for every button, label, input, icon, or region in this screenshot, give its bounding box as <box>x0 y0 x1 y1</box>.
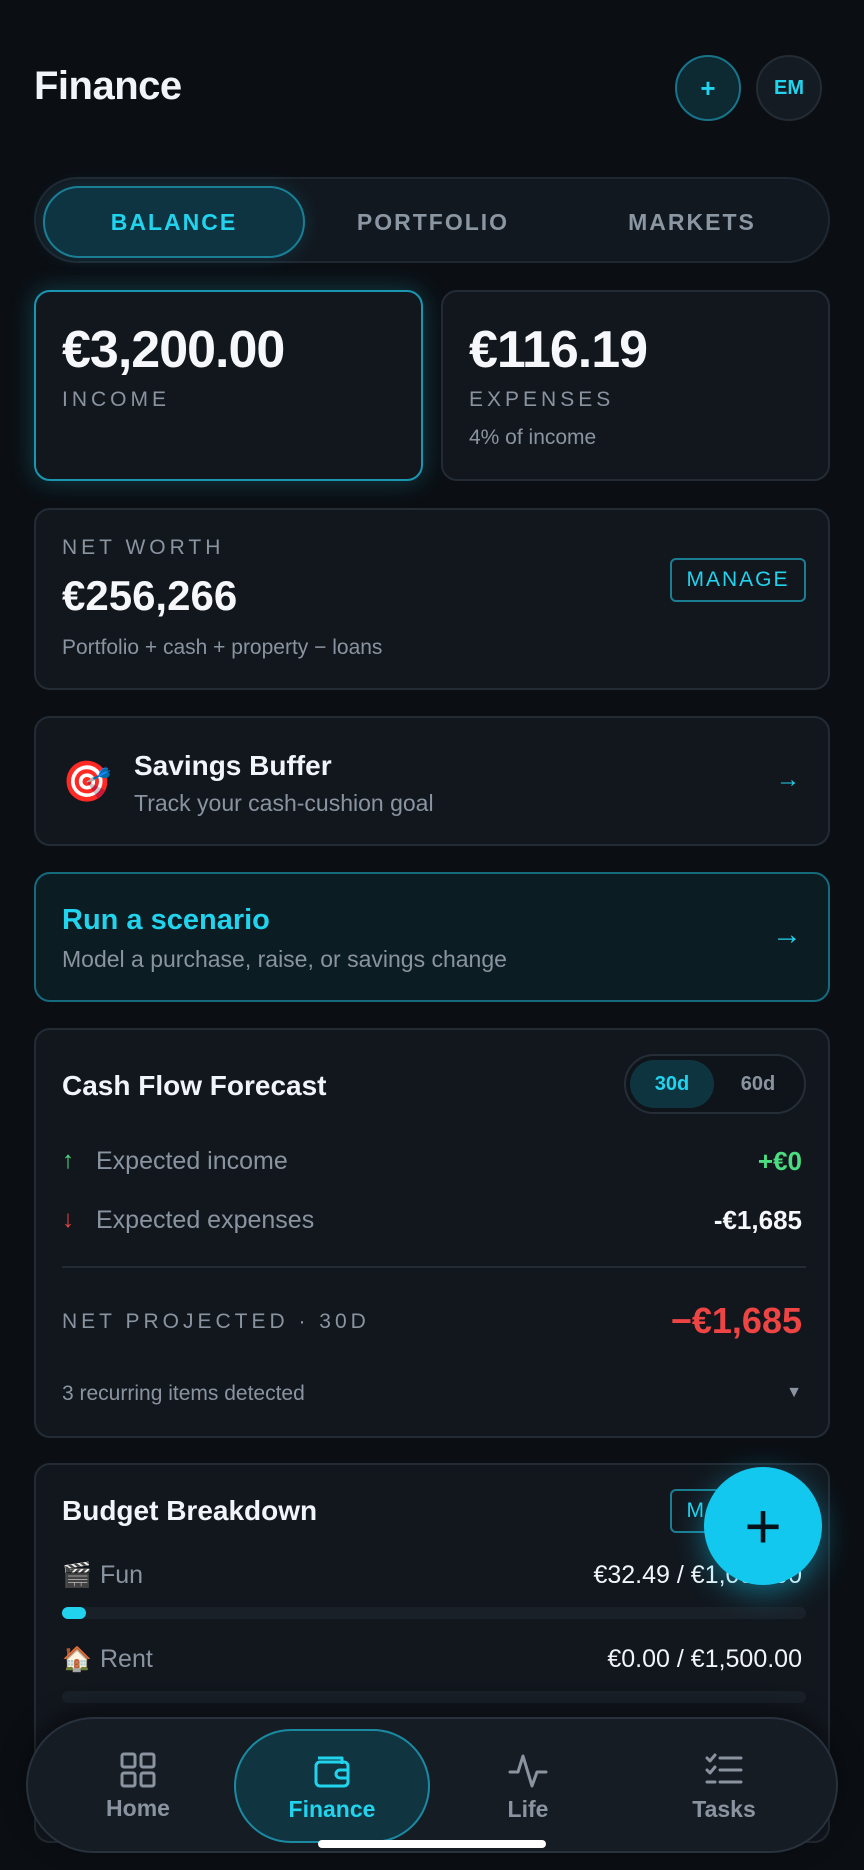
expenses-card[interactable]: €116.19 EXPENSES 4% of income <box>441 290 830 481</box>
wallet-icon <box>314 1756 350 1787</box>
page-title: Finance <box>34 64 182 108</box>
income-amount: €3,200.00 <box>62 321 285 379</box>
period-toggle: 30d 60d <box>624 1054 806 1114</box>
tab-balance[interactable]: BALANCE <box>43 186 305 258</box>
nav-life[interactable]: Life <box>430 1729 626 1843</box>
chevron-down-icon[interactable]: ▼ <box>786 1384 802 1402</box>
net-worth-note: Portfolio + cash + property − loans <box>62 636 383 659</box>
avatar[interactable]: EM <box>756 55 822 121</box>
net-worth-label: NET WORTH <box>62 536 225 559</box>
net-projected-label: NET PROJECTED · 30D <box>62 1310 370 1333</box>
manage-net-worth-button[interactable]: MANAGE <box>670 558 806 602</box>
expenses-label: EXPENSES <box>469 388 615 411</box>
budget-item-name: Rent <box>100 1645 153 1673</box>
expected-expenses-value: -€1,685 <box>713 1205 802 1235</box>
arrow-right-icon: → <box>776 766 800 793</box>
savings-title: Savings Buffer <box>134 750 332 781</box>
divider <box>62 1266 806 1268</box>
scenario-subtitle: Model a purchase, raise, or savings chan… <box>62 946 507 972</box>
clapper-icon: 🎬 <box>62 1562 92 1589</box>
run-scenario-card[interactable]: Run a scenario Model a purchase, raise, … <box>34 872 830 1002</box>
savings-subtitle: Track your cash-cushion goal <box>134 790 434 816</box>
nav-finance[interactable]: Finance <box>234 1729 430 1843</box>
budget-progress-fill <box>62 1607 87 1619</box>
checklist-icon <box>705 1753 743 1783</box>
expenses-amount: €116.19 <box>469 321 648 379</box>
budget-title: Budget Breakdown <box>62 1495 318 1526</box>
add-transaction-fab[interactable]: + <box>704 1467 822 1585</box>
nav-home[interactable]: Home <box>40 1729 236 1843</box>
arrow-down-icon: ↓ <box>62 1206 74 1233</box>
nav-tasks[interactable]: Tasks <box>626 1729 822 1843</box>
arrow-right-icon: → <box>772 918 802 951</box>
period-60d[interactable]: 60d <box>716 1060 800 1108</box>
grid-icon <box>120 1752 156 1787</box>
budget-item-amount: €0.00 / €1,500.00 <box>607 1645 802 1673</box>
tab-markets[interactable]: MARKETS <box>561 186 823 258</box>
expected-income-label: Expected income <box>96 1147 288 1175</box>
nav-label: Finance <box>288 1795 376 1822</box>
income-label: INCOME <box>62 388 170 411</box>
nav-label: Home <box>106 1794 170 1821</box>
nav-label: Tasks <box>692 1795 756 1822</box>
scenario-title: Run a scenario <box>62 904 270 936</box>
budget-progress-bar <box>62 1691 806 1703</box>
net-projected-value: −€1,685 <box>670 1300 802 1341</box>
add-button[interactable]: + <box>675 55 741 121</box>
budget-progress-bar <box>62 1607 806 1619</box>
savings-buffer-card[interactable]: 🎯 Savings Buffer Track your cash-cushion… <box>34 716 830 846</box>
house-icon: 🏠 <box>62 1646 92 1673</box>
expected-expenses-label: Expected expenses <box>96 1206 315 1234</box>
arrow-up-icon: ↑ <box>62 1147 74 1174</box>
target-icon: 🎯 <box>62 760 112 804</box>
expenses-note: 4% of income <box>469 426 597 449</box>
net-worth-amount: €256,266 <box>62 572 238 619</box>
tab-bar: BALANCE PORTFOLIO MARKETS <box>34 177 830 263</box>
nav-label: Life <box>507 1795 549 1822</box>
budget-item-name: Fun <box>100 1561 144 1589</box>
cash-flow-forecast-card: Cash Flow Forecast 30d 60d ↑ Expected in… <box>34 1028 830 1438</box>
income-card[interactable]: €3,200.00 INCOME <box>34 290 423 481</box>
period-30d[interactable]: 30d <box>630 1060 714 1108</box>
pulse-icon <box>508 1754 548 1787</box>
bottom-nav: Home Finance Life Tasks <box>26 1717 838 1853</box>
expected-income-value: +€0 <box>757 1146 802 1176</box>
net-worth-card: NET WORTH €256,266 Portfolio + cash + pr… <box>34 508 830 690</box>
recurring-note: 3 recurring items detected <box>62 1382 305 1405</box>
home-indicator <box>318 1840 546 1848</box>
tab-portfolio[interactable]: PORTFOLIO <box>302 186 564 258</box>
forecast-title: Cash Flow Forecast <box>62 1070 327 1101</box>
